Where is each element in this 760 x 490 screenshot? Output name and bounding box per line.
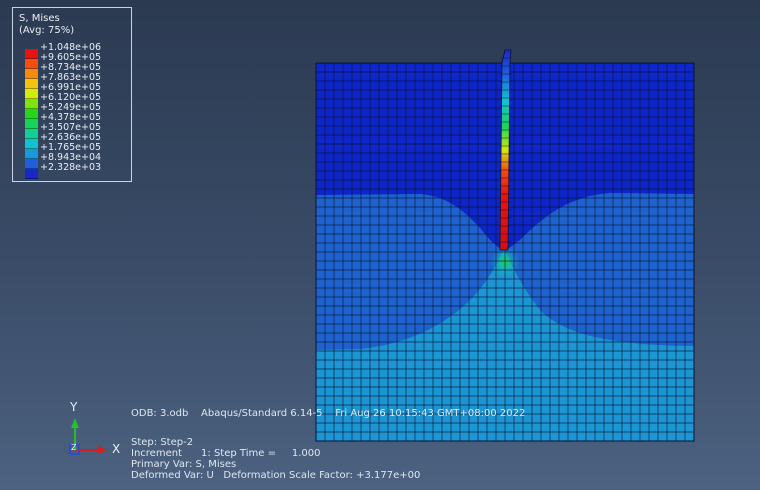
odb-info-line: ODB: 3.odb Abaqus/Standard 6.14-5 Fri Au… bbox=[131, 408, 526, 419]
deformed-var-line: Deformed Var: U Deformation Scale Factor… bbox=[131, 470, 421, 481]
primary-var-line: Primary Var: S, Mises bbox=[131, 459, 237, 470]
axis-x-label: X bbox=[112, 442, 121, 456]
axis-y-label: Y bbox=[70, 400, 78, 414]
step-info-line: Step: Step-2 bbox=[131, 437, 194, 448]
axis-z-label: Z bbox=[71, 443, 77, 452]
increment-info-line: Increment 1: Step Time = 1.000 bbox=[131, 448, 321, 459]
